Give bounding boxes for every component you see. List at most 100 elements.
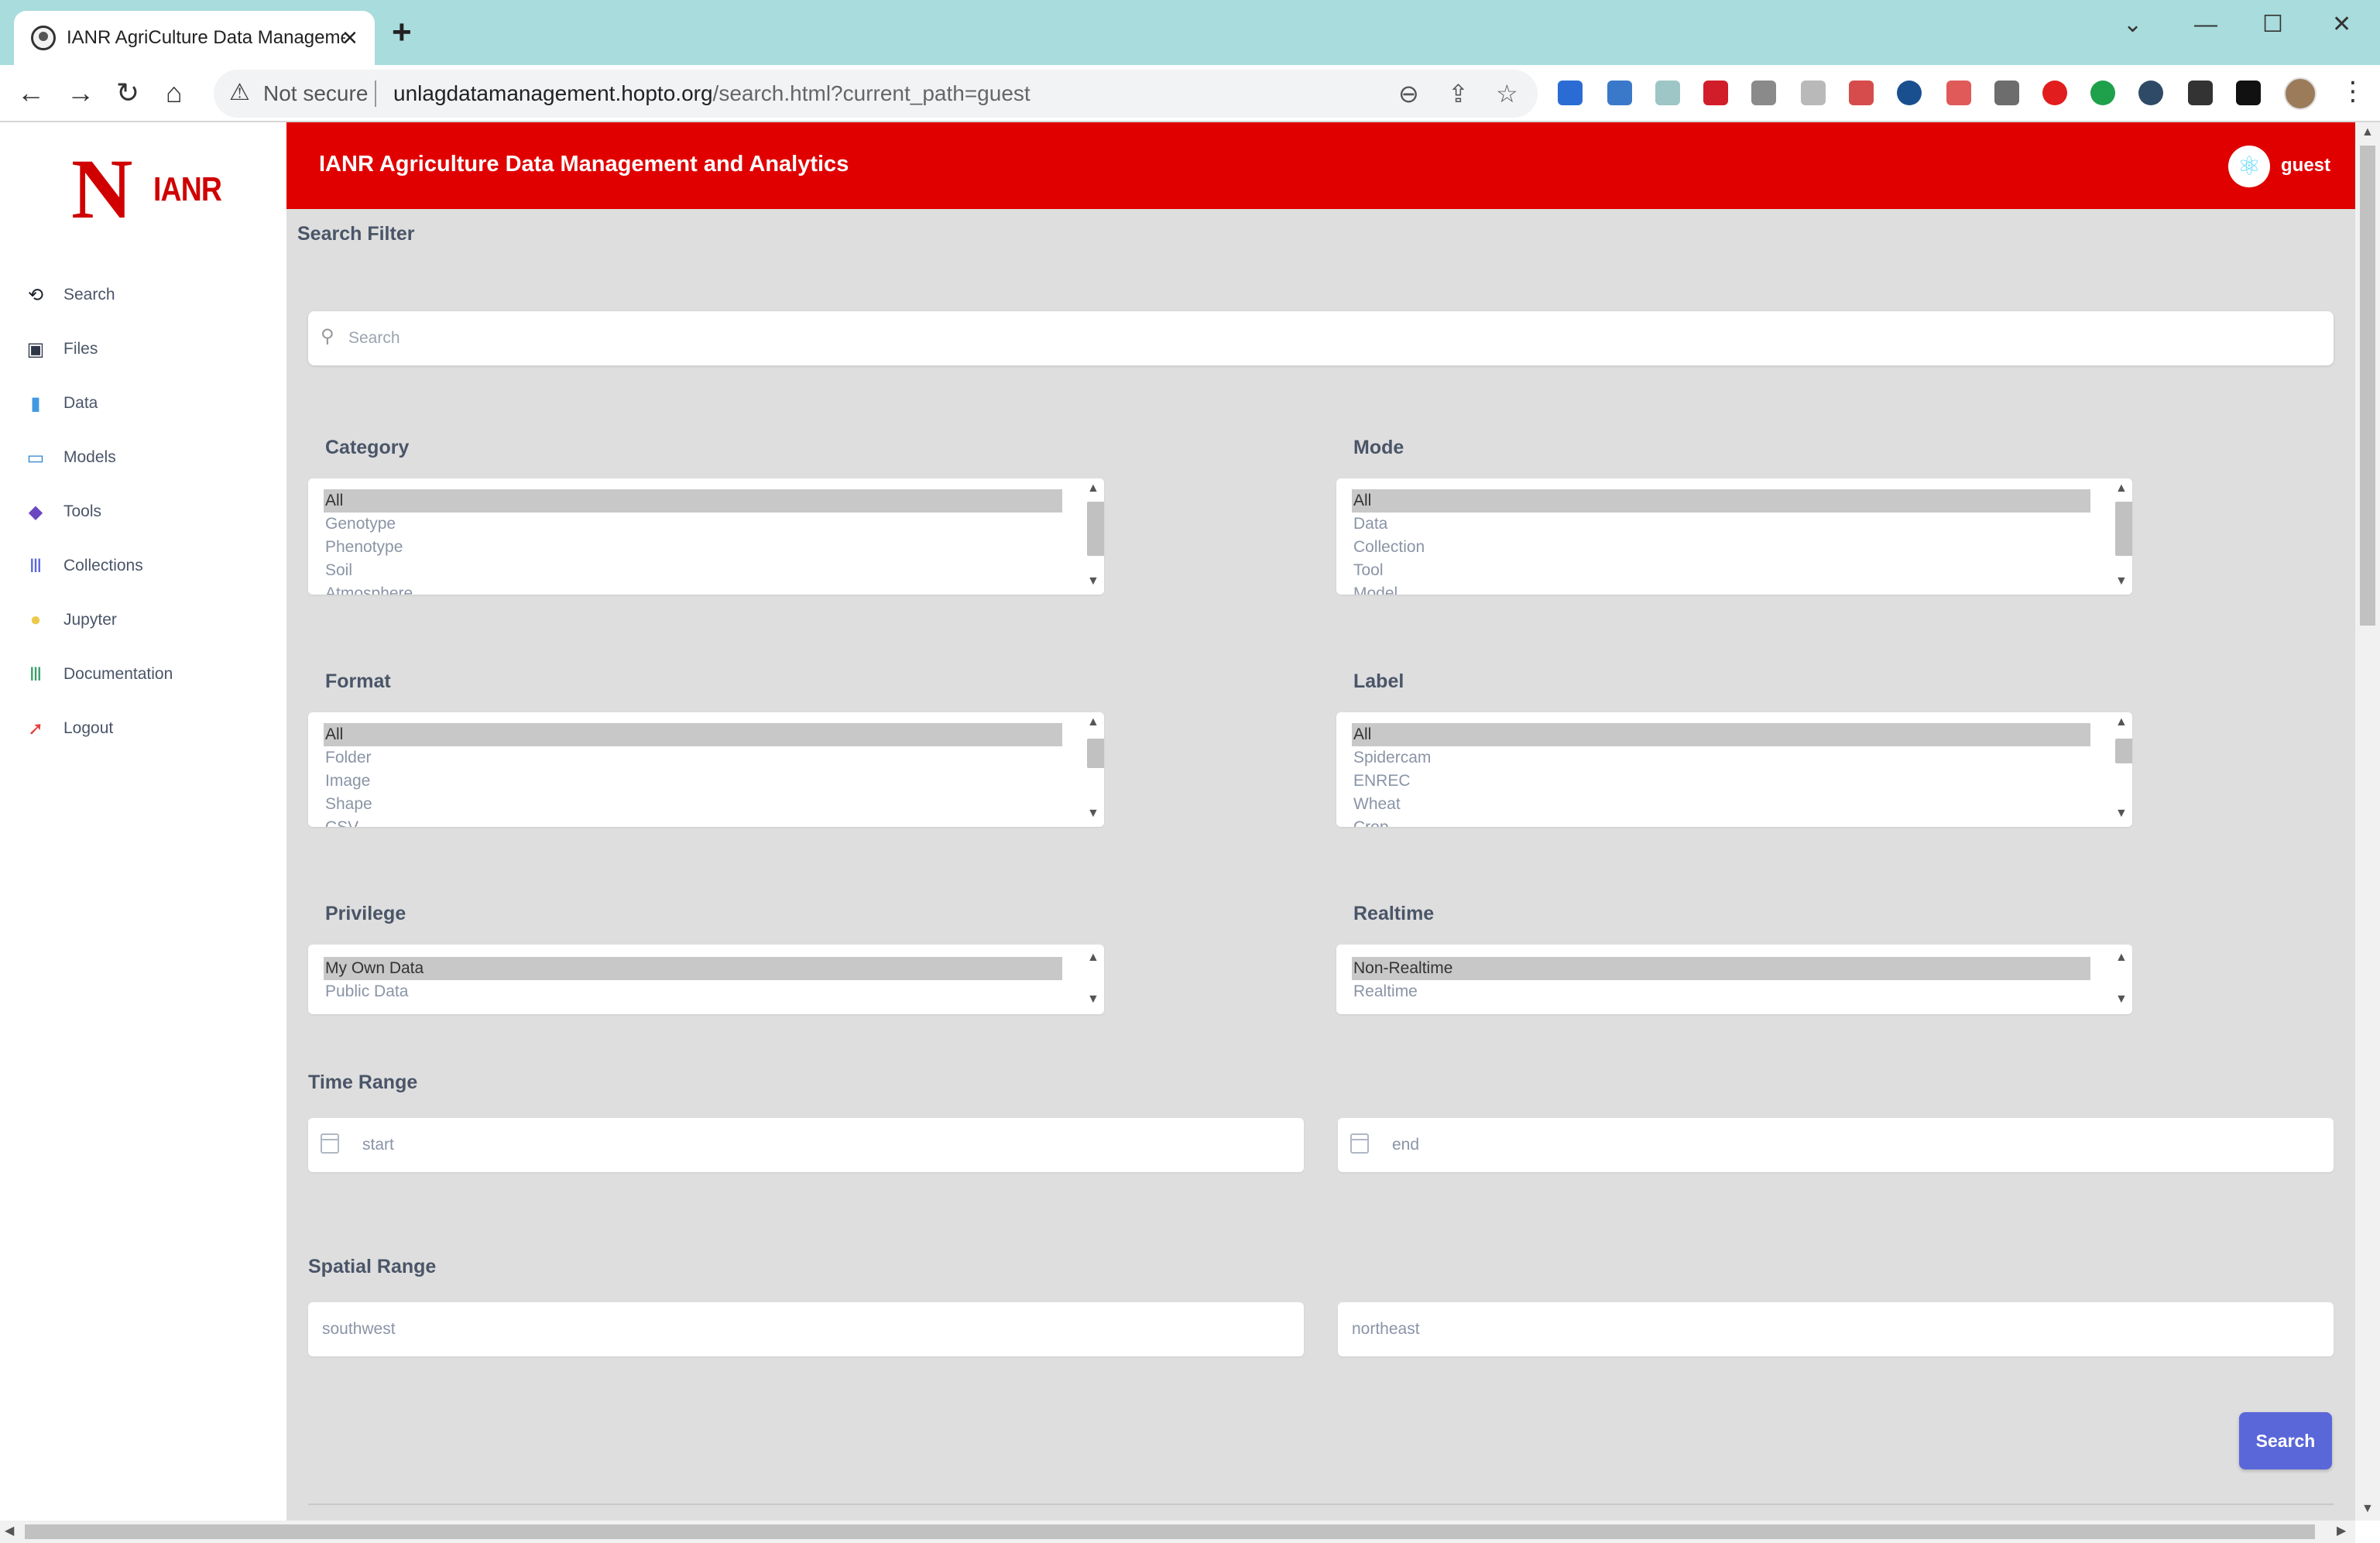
sidebar-item-documentation[interactable]: Ⅲ Documentation	[23, 655, 271, 694]
search-button[interactable]: Search	[2239, 1412, 2332, 1469]
user-name[interactable]: guest	[2281, 155, 2330, 177]
southwest-field[interactable]	[308, 1302, 1304, 1356]
scroll-right-icon[interactable]: ▶	[2337, 1523, 2346, 1538]
extension-2-icon[interactable]	[1607, 81, 1632, 105]
scroll-up-icon[interactable]: ▲	[2115, 951, 2128, 965]
format-option[interactable]: CSV	[324, 816, 1062, 827]
scroll-thumb[interactable]	[2360, 146, 2375, 626]
close-tab-icon[interactable]: ×	[342, 22, 358, 53]
start-date-input[interactable]	[362, 1118, 1291, 1172]
new-tab-button[interactable]: +	[392, 15, 412, 50]
scroll-down-icon[interactable]: ▼	[2115, 574, 2128, 588]
back-icon[interactable]: ←	[17, 76, 45, 110]
mode-select[interactable]: All Data Collection Tool Model ▲ ▼	[1336, 478, 2132, 595]
search-input[interactable]	[348, 311, 2315, 365]
format-option[interactable]: Folder	[324, 746, 1062, 770]
search-field[interactable]: ⚲	[308, 311, 2334, 365]
profile-avatar[interactable]	[2284, 77, 2317, 110]
scroll-up-icon[interactable]: ▲	[1087, 951, 1099, 965]
mode-option[interactable]: Model	[1352, 582, 2090, 595]
mode-option[interactable]: Tool	[1352, 559, 2090, 582]
home-icon[interactable]: ⌂	[166, 76, 183, 110]
label-select[interactable]: All Spidercam ENREC Wheat Crop ▲ ▼	[1336, 712, 2132, 827]
label-option[interactable]: Wheat	[1352, 793, 2090, 816]
sidebar-item-data[interactable]: ▮ Data	[23, 384, 271, 423]
reload-icon[interactable]: ↻	[116, 76, 139, 110]
browser-tab[interactable]: IANR AgriCulture Data Management and Ana…	[14, 11, 375, 65]
label-option[interactable]: Crop	[1352, 816, 2090, 827]
scroll-thumb[interactable]	[1087, 739, 1104, 768]
scroll-left-icon[interactable]: ◀	[5, 1523, 14, 1538]
scroll-thumb[interactable]	[1087, 502, 1104, 556]
label-option[interactable]: All	[1352, 723, 2090, 746]
forward-icon[interactable]: →	[67, 76, 94, 110]
zoom-icon[interactable]: ⊖	[1398, 79, 1419, 108]
southwest-input[interactable]	[322, 1302, 1290, 1356]
address-bar[interactable]: ⚠ Not secure unlagdatamanagement.hopto.o…	[214, 70, 1538, 118]
northeast-input[interactable]	[1352, 1302, 2320, 1356]
sidebar-item-collections[interactable]: Ⅲ Collections	[23, 547, 271, 585]
format-option[interactable]: Image	[324, 770, 1062, 793]
category-option[interactable]: Soil	[324, 559, 1062, 582]
share-icon[interactable]: ⇪	[1448, 79, 1469, 108]
extension-4-icon[interactable]	[1703, 81, 1728, 105]
format-option[interactable]: Shape	[324, 793, 1062, 816]
scroll-up-icon[interactable]: ▲	[2115, 482, 2128, 495]
mode-option[interactable]: Data	[1352, 513, 2090, 536]
scroll-down-icon[interactable]: ▼	[2115, 807, 2128, 821]
category-option[interactable]: Atmosphere	[324, 582, 1062, 595]
category-select[interactable]: All Genotype Phenotype Soil Atmosphere ▲…	[308, 478, 1104, 595]
scroll-down-icon[interactable]: ▼	[1087, 993, 1099, 1006]
scroll-down-icon[interactable]: ▼	[1087, 574, 1099, 588]
extension-10-icon[interactable]	[1994, 81, 2019, 105]
realtime-scrollbar[interactable]: ▲ ▼	[2109, 945, 2132, 1014]
user-avatar-icon[interactable]: ⚛	[2228, 146, 2270, 187]
scroll-down-icon[interactable]: ▼	[1087, 807, 1099, 821]
mode-scrollbar[interactable]: ▲ ▼	[2109, 478, 2132, 595]
privilege-scrollbar[interactable]: ▲ ▼	[1081, 945, 1104, 1014]
sidebar-item-models[interactable]: ▭ Models	[23, 438, 271, 477]
extension-9-icon[interactable]	[1946, 81, 1971, 105]
realtime-option[interactable]: Non-Realtime	[1352, 957, 2090, 980]
privilege-option[interactable]: My Own Data	[324, 957, 1062, 980]
end-date-input[interactable]	[1392, 1118, 2321, 1172]
format-option[interactable]: All	[324, 723, 1062, 746]
scroll-thumb[interactable]	[2115, 739, 2132, 763]
minimize-button[interactable]: —	[2194, 9, 2217, 40]
scroll-down-icon[interactable]: ▼	[2115, 993, 2128, 1006]
end-date-field[interactable]	[1338, 1118, 2334, 1172]
extension-1-icon[interactable]	[1558, 81, 1583, 105]
privilege-select[interactable]: My Own Data Public Data ▲ ▼	[308, 945, 1104, 1014]
extension-12-icon[interactable]	[2090, 81, 2115, 105]
url-text[interactable]: unlagdatamanagement.hopto.org/search.htm…	[393, 81, 1031, 106]
scroll-up-icon[interactable]: ▲	[2115, 715, 2128, 729]
extension-7-icon[interactable]	[1849, 81, 1874, 105]
extension-11-icon[interactable]	[2042, 81, 2067, 105]
maximize-button[interactable]: ☐	[2262, 9, 2283, 40]
bookmark-star-icon[interactable]: ☆	[1496, 79, 1518, 108]
category-scrollbar[interactable]: ▲ ▼	[1081, 478, 1104, 595]
label-option[interactable]: ENREC	[1352, 770, 2090, 793]
privilege-option[interactable]: Public Data	[324, 980, 1062, 1003]
label-scrollbar[interactable]: ▲ ▼	[2109, 712, 2132, 827]
northeast-field[interactable]	[1338, 1302, 2334, 1356]
not-secure-label[interactable]: Not secure	[263, 81, 368, 106]
search-extension-icon[interactable]	[1897, 81, 1922, 105]
category-option[interactable]: All	[324, 489, 1062, 513]
sidebar-item-jupyter[interactable]: ● Jupyter	[23, 601, 271, 639]
realtime-select[interactable]: Non-Realtime Realtime ▲ ▼	[1336, 945, 2132, 1014]
mode-option[interactable]: All	[1352, 489, 2090, 513]
category-option[interactable]: Phenotype	[324, 536, 1062, 559]
scroll-thumb[interactable]	[2115, 502, 2132, 556]
start-date-field[interactable]	[308, 1118, 1304, 1172]
camera-extension-icon[interactable]	[1751, 81, 1776, 105]
sidebar-item-search[interactable]: ⟲ Search	[23, 276, 271, 314]
warning-icon[interactable]: ⚠	[229, 79, 250, 106]
extension-3-icon[interactable]	[1655, 81, 1680, 105]
page-horizontal-scrollbar[interactable]: ◀ ▶	[0, 1521, 2355, 1543]
extension-13-icon[interactable]	[2138, 81, 2163, 105]
cursor-extension-icon[interactable]	[1801, 81, 1826, 105]
category-option[interactable]: Genotype	[324, 513, 1062, 536]
scroll-up-icon[interactable]: ▲	[1087, 715, 1099, 729]
menu-kebab-icon[interactable]: ⋮	[2340, 74, 2366, 108]
